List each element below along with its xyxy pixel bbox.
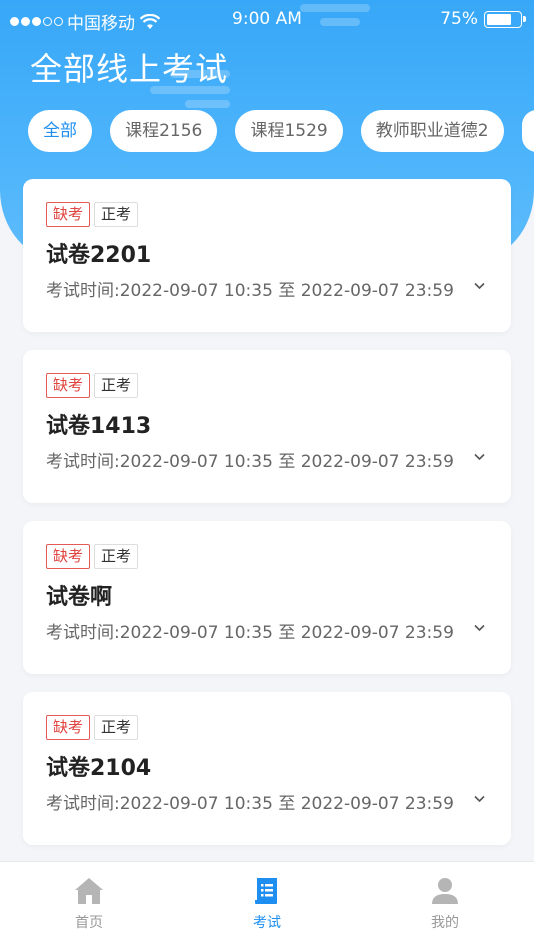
exam-title: 试卷啊 — [46, 585, 113, 610]
filter-chip-more[interactable] — [521, 110, 534, 152]
user-icon — [432, 878, 458, 904]
chevron-down-icon[interactable] — [474, 280, 485, 291]
chevron-down-icon[interactable] — [474, 451, 485, 462]
exam-title: 试卷2201 — [46, 243, 152, 268]
tab-mine[interactable]: 我的 — [356, 862, 534, 950]
battery-icon — [484, 10, 526, 28]
filter-chip-course-1529[interactable]: 课程1529 — [235, 110, 343, 152]
exam-tags: 缺考 正考 — [46, 373, 139, 398]
tab-home[interactable]: 首页 — [0, 862, 178, 950]
exam-card[interactable]: 缺考 正考 试卷2104 考试时间:2022-09-07 10:35 至 202… — [23, 692, 511, 845]
filter-chip-all[interactable]: 全部 — [28, 110, 92, 152]
exam-tags: 缺考 正考 — [46, 544, 139, 569]
status-badge: 缺考 — [46, 544, 91, 569]
exam-card[interactable]: 缺考 正考 试卷啊 考试时间:2022-09-07 10:35 至 2022-0… — [23, 521, 511, 674]
filter-chip-teacher-ethics[interactable]: 教师职业道德2 — [360, 110, 504, 152]
exam-list: 缺考 正考 试卷2201 考试时间:2022-09-07 10:35 至 202… — [23, 179, 511, 863]
page-title: 全部线上考试 — [30, 50, 229, 88]
cloud-decoration — [185, 100, 230, 108]
status-badge: 缺考 — [46, 715, 91, 740]
exam-type-badge: 正考 — [94, 715, 139, 740]
exam-type-badge: 正考 — [94, 373, 139, 398]
exam-type-badge: 正考 — [94, 544, 139, 569]
filter-chips[interactable]: 全部 课程2156 课程1529 教师职业道德2 — [28, 110, 534, 154]
status-badge: 缺考 — [46, 373, 91, 398]
home-icon — [75, 878, 103, 904]
exam-icon — [255, 878, 277, 904]
exam-title: 试卷1413 — [46, 414, 152, 439]
exam-tags: 缺考 正考 — [46, 715, 139, 740]
tab-label: 考试 — [253, 915, 281, 931]
tab-label: 我的 — [431, 915, 459, 931]
exam-time: 考试时间:2022-09-07 10:35 至 2022-09-07 23:59 — [46, 452, 454, 472]
chevron-down-icon[interactable] — [474, 793, 485, 804]
status-bar: 中国移动 9:00 AM 75% — [0, 0, 534, 38]
filter-chip-course-2156[interactable]: 课程2156 — [110, 110, 218, 152]
tab-label: 首页 — [75, 915, 103, 931]
status-badge: 缺考 — [46, 202, 91, 227]
bottom-tab-bar: 首页 考试 我的 — [0, 861, 534, 950]
exam-type-badge: 正考 — [94, 202, 139, 227]
battery-indicator: 75% — [440, 9, 526, 29]
chevron-down-icon[interactable] — [474, 622, 485, 633]
battery-percent: 75% — [440, 9, 478, 29]
exam-card[interactable]: 缺考 正考 试卷1413 考试时间:2022-09-07 10:35 至 202… — [23, 350, 511, 503]
exam-card[interactable]: 缺考 正考 试卷2201 考试时间:2022-09-07 10:35 至 202… — [23, 179, 511, 332]
tab-exam[interactable]: 考试 — [178, 862, 356, 950]
exam-title: 试卷2104 — [46, 756, 152, 781]
exam-tags: 缺考 正考 — [46, 202, 139, 227]
exam-time: 考试时间:2022-09-07 10:35 至 2022-09-07 23:59 — [46, 794, 454, 814]
exam-time: 考试时间:2022-09-07 10:35 至 2022-09-07 23:59 — [46, 281, 454, 301]
exam-time: 考试时间:2022-09-07 10:35 至 2022-09-07 23:59 — [46, 623, 454, 643]
